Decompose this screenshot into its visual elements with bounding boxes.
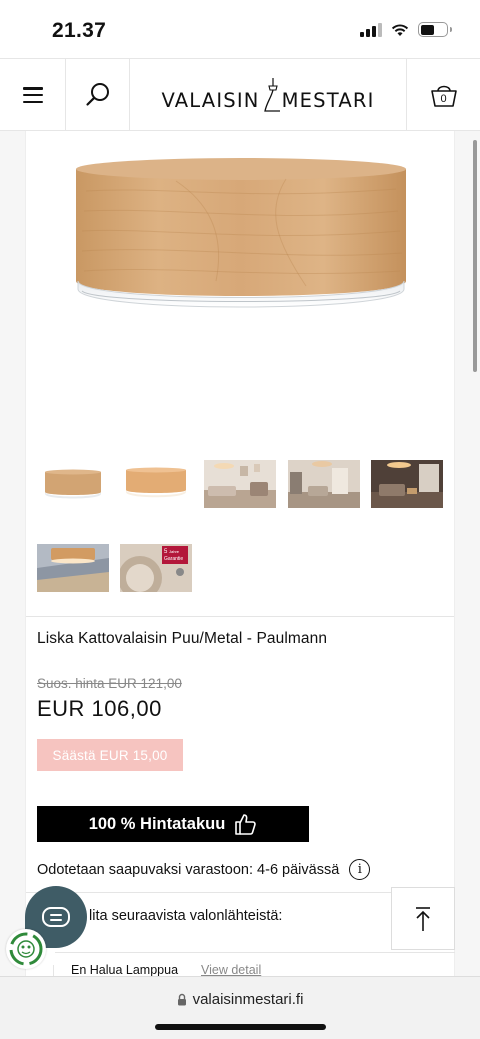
url-text: valaisinmestari.fi (192, 991, 304, 1008)
stock-status: Odotetaan saapuvaksi varastoon: 4-6 päiv… (37, 859, 371, 880)
savings-badge: Säästä EUR 15,00 (37, 739, 183, 771)
site-header: VALAISIN MESTARI 0 (0, 58, 480, 131)
thumbnail-ceiling-lamp[interactable] (37, 544, 109, 592)
price-guarantee-banner[interactable]: 100 % Hintatakuu (37, 806, 309, 842)
cart-button[interactable]: 0 (406, 59, 480, 131)
hamburger-icon (22, 87, 43, 103)
page-gutter-left (0, 131, 25, 976)
browser-address-bar[interactable]: valaisinmestari.fi (0, 976, 480, 1039)
logo-right: MESTARI (281, 89, 375, 112)
guarantee-badge-line2: Jahre (169, 549, 180, 554)
recycle-icon (9, 932, 43, 966)
arrow-up-icon (416, 906, 430, 931)
home-indicator[interactable] (155, 1024, 326, 1030)
logo-left: VALAISIN (161, 89, 260, 112)
site-logo[interactable]: VALAISIN MESTARI (130, 59, 406, 131)
main-product-image[interactable] (26, 131, 454, 441)
thumbnail-room-2[interactable] (288, 460, 360, 508)
thumbnail-lamp-1[interactable] (37, 460, 109, 508)
price-guarantee-label: 100 % Hintatakuu (88, 814, 226, 833)
thumbs-up-icon (235, 814, 257, 835)
divider (26, 892, 454, 893)
info-icon[interactable]: i (349, 859, 371, 880)
logo-text: VALAISIN MESTARI (161, 78, 374, 112)
product-title: Liska Kattovalaisin Puu/Metal - Paulmann (37, 630, 328, 647)
recommended-price: Suos. hinta EUR 121,00 (37, 676, 182, 691)
thumbnail-room-3[interactable] (371, 460, 443, 508)
divider (26, 616, 454, 617)
product-price: EUR 106,00 (37, 696, 162, 721)
search-icon (85, 83, 109, 106)
cart-icon: 0 (430, 82, 458, 108)
view-detail-link[interactable]: View detail (201, 963, 261, 977)
cellular-signal-icon (360, 22, 382, 37)
url-field[interactable]: valaisinmestari.fi (0, 991, 480, 1008)
guarantee-badge-line3: Garantie (164, 556, 183, 562)
thumbnail-lamp-2[interactable] (120, 460, 192, 508)
search-button[interactable] (66, 59, 130, 131)
stock-status-text: Odotetaan saapuvaksi varastoon: 4-6 päiv… (37, 861, 340, 878)
menu-button[interactable] (0, 59, 66, 131)
battery-icon (418, 22, 452, 37)
status-icons (360, 22, 452, 37)
light-source-heading-text: lita seuraavista valonlähteistä: (89, 908, 283, 924)
page-scrollbar[interactable] (473, 140, 477, 372)
light-source-option[interactable]: En Halua Lamppua View detail (53, 952, 455, 989)
cart-count: 0 (440, 93, 447, 105)
status-time: 21.37 (52, 19, 107, 42)
option-label: En Halua Lamppua (71, 963, 179, 977)
status-bar: 21.37 (0, 0, 480, 58)
logo-lamp-icon (263, 78, 280, 112)
chat-icon (42, 907, 70, 927)
recycle-badge[interactable] (6, 929, 46, 969)
scroll-to-top-button[interactable] (391, 887, 455, 950)
thumbnail-guarantee[interactable]: 5 Jahre Garantie (120, 544, 192, 592)
lock-icon (177, 993, 186, 1006)
wifi-icon (391, 23, 409, 36)
thumbnail-room-1[interactable] (204, 460, 276, 508)
